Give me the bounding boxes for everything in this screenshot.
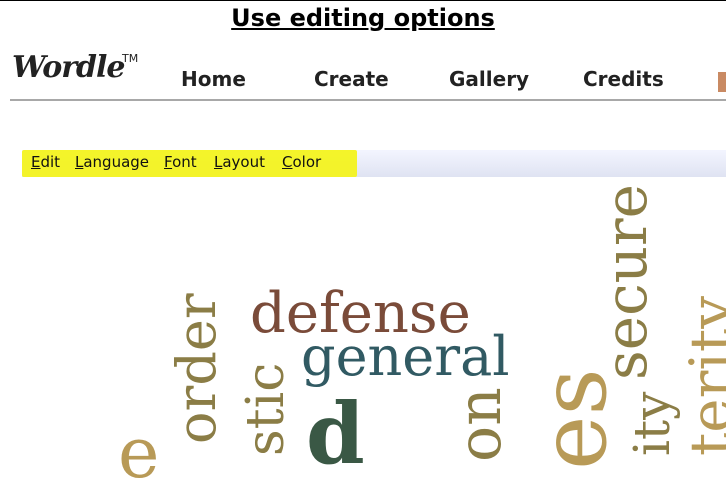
menu-layout[interactable]: Layout xyxy=(214,153,265,171)
slide-top-rule xyxy=(0,0,726,1)
cloud-word-on: on xyxy=(445,387,515,462)
cloud-word-e: e xyxy=(118,412,160,494)
menu-language-label: anguage xyxy=(83,153,150,171)
cloud-word-stic: stic xyxy=(236,362,296,456)
menu-color[interactable]: Color xyxy=(282,153,321,171)
cloud-word-d: d xyxy=(306,384,365,483)
nav-gallery[interactable]: Gallery xyxy=(449,67,529,91)
menu-layout-label: ayout xyxy=(222,153,265,171)
nav-credits[interactable]: Credits xyxy=(583,67,664,91)
cloud-word-terity: terity xyxy=(677,296,726,456)
menu-color-mnemonic: C xyxy=(282,153,293,171)
menu-edit[interactable]: Edit xyxy=(31,153,60,171)
cloud-word-es: es xyxy=(520,368,627,470)
cloud-word-general: general xyxy=(301,325,510,388)
cloud-word-order: order xyxy=(165,293,228,444)
cloud-word-secure: secure xyxy=(592,184,660,380)
menu-language[interactable]: Language xyxy=(75,153,149,171)
nav-divider xyxy=(10,99,726,101)
menu-font[interactable]: Font xyxy=(164,153,197,171)
menu-color-label: olor xyxy=(292,153,322,171)
wordle-logo[interactable]: Wordle xyxy=(12,50,126,85)
slide-title: Use editing options xyxy=(231,4,495,32)
nav-create[interactable]: Create xyxy=(314,67,389,91)
nav-home[interactable]: Home xyxy=(181,67,246,91)
cloud-word-ity: ity xyxy=(623,391,681,456)
trademark-mark: TM xyxy=(122,52,139,65)
nav-overflow-item[interactable] xyxy=(718,72,726,92)
menu-font-mnemonic: F xyxy=(164,153,173,171)
menu-edit-label: dit xyxy=(40,153,61,171)
menu-font-label: ont xyxy=(172,153,197,171)
